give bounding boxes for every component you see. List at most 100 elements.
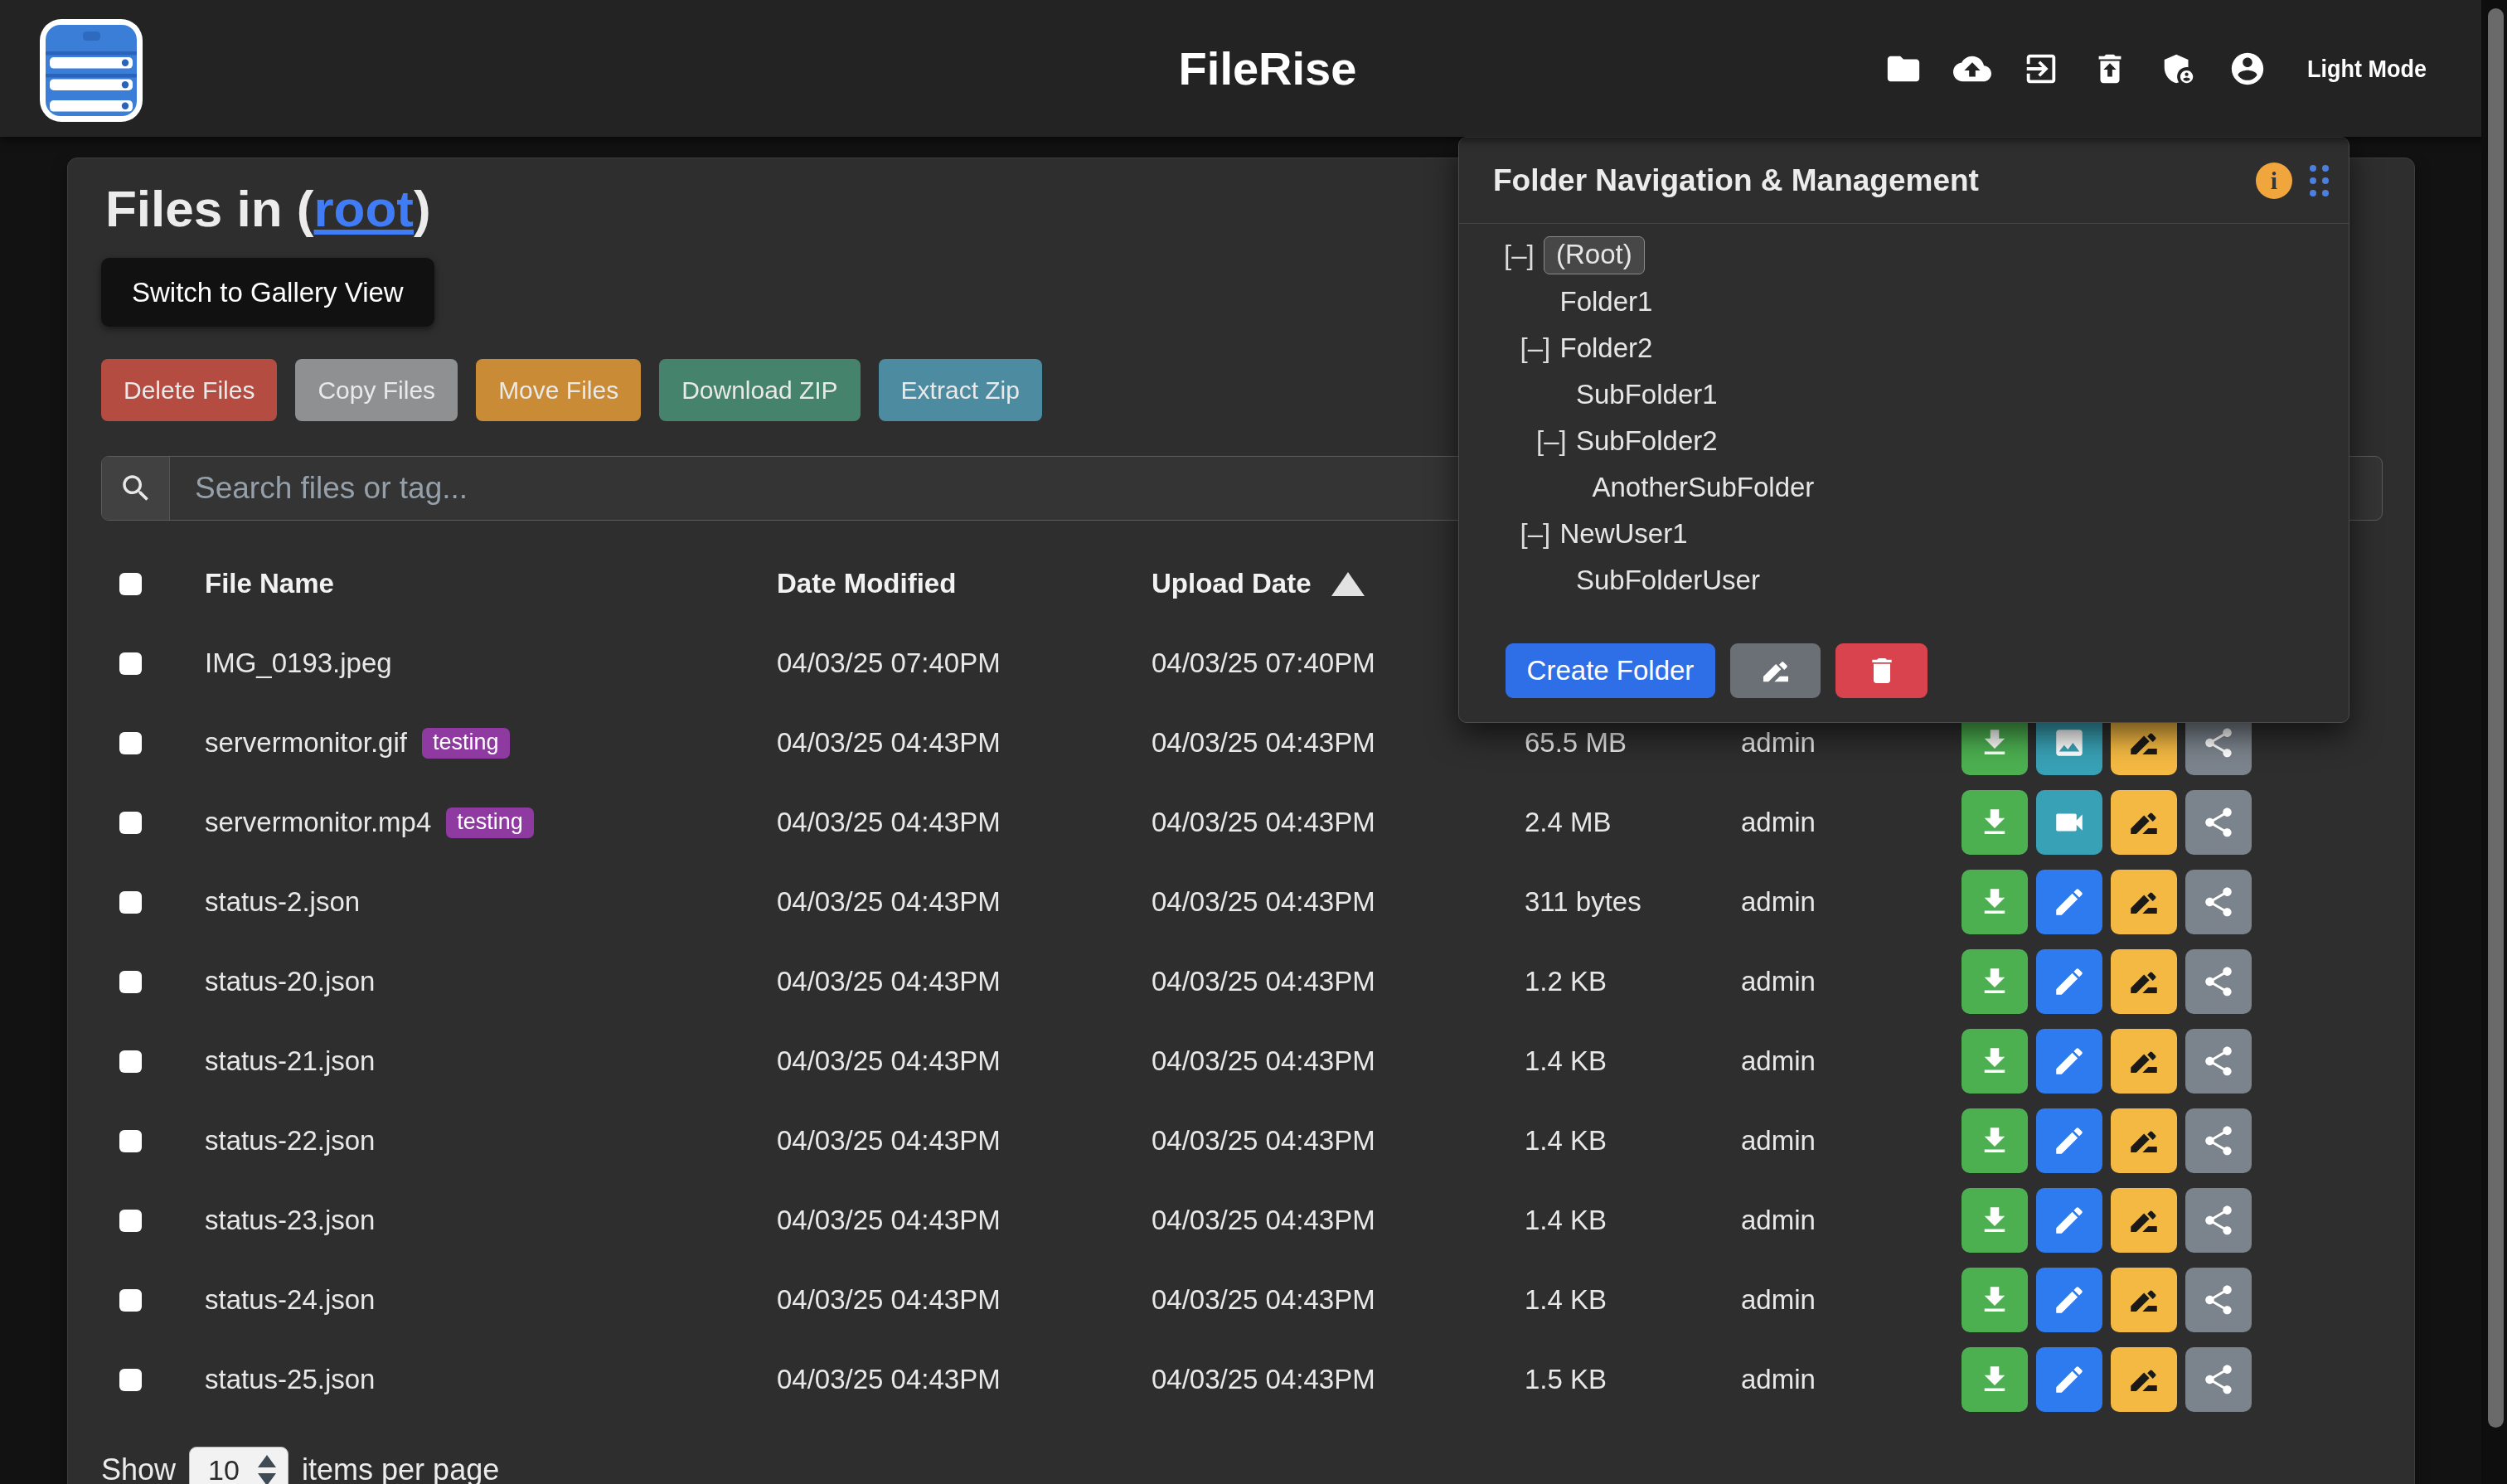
- file-name[interactable]: servermonitor.mp4: [205, 807, 431, 838]
- rename-folder-button[interactable]: [1730, 643, 1821, 698]
- file-name[interactable]: servermonitor.gif: [205, 727, 407, 759]
- folder-label[interactable]: SubFolder1: [1576, 379, 1718, 410]
- page-scrollbar-thumb[interactable]: [2488, 8, 2504, 1428]
- row-checkbox[interactable]: [119, 971, 142, 993]
- folder-label[interactable]: (Root): [1544, 236, 1645, 274]
- preview-button[interactable]: [2036, 790, 2102, 855]
- file-name-cell: status-21.json: [201, 1045, 773, 1077]
- checkbox-cell: [101, 971, 201, 993]
- edit-button[interactable]: [2036, 870, 2102, 934]
- folder-tree-item-folder1[interactable]: Folder1: [1459, 279, 2349, 325]
- delete-files-button[interactable]: Delete Files: [101, 359, 277, 421]
- column-header-file-name[interactable]: File Name: [201, 568, 773, 599]
- rename-button[interactable]: [2111, 790, 2177, 855]
- items-per-page-select[interactable]: 10: [189, 1447, 289, 1484]
- download-button[interactable]: [1961, 1108, 2028, 1173]
- edit-button[interactable]: [2036, 1347, 2102, 1412]
- row-checkbox[interactable]: [119, 812, 142, 834]
- folder-label[interactable]: AnotherSubFolder: [1593, 472, 1815, 503]
- account-circle-icon[interactable]: [2228, 50, 2267, 88]
- row-checkbox[interactable]: [119, 891, 142, 914]
- move-files-button[interactable]: Move Files: [476, 359, 641, 421]
- row-checkbox[interactable]: [119, 1130, 142, 1152]
- folder-tree-item-subfolder2[interactable]: [–]SubFolder2: [1459, 418, 2349, 464]
- tree-collapse-toggle[interactable]: [–]: [1504, 240, 1544, 271]
- download-button[interactable]: [1961, 1268, 2028, 1332]
- share-button[interactable]: [2185, 1108, 2252, 1173]
- date-modified-cell: 04/03/25 04:43PM: [773, 807, 1148, 838]
- rename-button[interactable]: [2111, 1347, 2177, 1412]
- rename-button[interactable]: [2111, 1188, 2177, 1253]
- share-button[interactable]: [2185, 790, 2252, 855]
- tree-collapse-toggle[interactable]: [–]: [1520, 332, 1560, 364]
- rename-button[interactable]: [2111, 949, 2177, 1014]
- file-name[interactable]: status-20.json: [205, 966, 375, 997]
- download-button[interactable]: [1961, 1029, 2028, 1094]
- rename-button[interactable]: [2111, 1108, 2177, 1173]
- rename-button[interactable]: [2111, 870, 2177, 934]
- folder-tree-item-subfolder1[interactable]: SubFolder1: [1459, 371, 2349, 418]
- extract-zip-button[interactable]: Extract Zip: [879, 359, 1042, 421]
- row-checkbox[interactable]: [119, 1210, 142, 1232]
- tree-collapse-toggle[interactable]: [–]: [1536, 425, 1576, 457]
- folder-label[interactable]: SubFolderUser: [1576, 565, 1760, 596]
- share-button[interactable]: [2185, 1347, 2252, 1412]
- file-name[interactable]: status-2.json: [205, 886, 360, 918]
- rename-button[interactable]: [2111, 1029, 2177, 1094]
- share-button[interactable]: [2185, 870, 2252, 934]
- light-mode-toggle[interactable]: Light Mode: [2307, 0, 2427, 137]
- row-checkbox[interactable]: [119, 1369, 142, 1391]
- row-checkbox[interactable]: [119, 1289, 142, 1312]
- download-button[interactable]: [1961, 1188, 2028, 1253]
- drag-handle-icon[interactable]: [2310, 165, 2329, 196]
- download-button[interactable]: [1961, 790, 2028, 855]
- folder-label[interactable]: Folder1: [1560, 286, 1653, 318]
- folder-label[interactable]: NewUser1: [1560, 518, 1688, 550]
- download-zip-button[interactable]: Download ZIP: [659, 359, 860, 421]
- edit-button[interactable]: [2036, 1188, 2102, 1253]
- row-checkbox[interactable]: [119, 732, 142, 754]
- switch-gallery-view-button[interactable]: Switch to Gallery View: [101, 258, 434, 327]
- admin-shield-icon[interactable]: [2160, 50, 2198, 88]
- edit-button[interactable]: [2036, 949, 2102, 1014]
- folder-icon[interactable]: [1884, 50, 1923, 88]
- restore-from-trash-icon[interactable]: [2091, 50, 2129, 88]
- select-all-checkbox[interactable]: [119, 573, 142, 595]
- download-button[interactable]: [1961, 949, 2028, 1014]
- share-button[interactable]: [2185, 1029, 2252, 1094]
- row-checkbox[interactable]: [119, 652, 142, 675]
- edit-button[interactable]: [2036, 1108, 2102, 1173]
- cloud-upload-icon[interactable]: [1953, 50, 1991, 88]
- root-folder-link[interactable]: root: [313, 180, 414, 237]
- file-name[interactable]: status-24.json: [205, 1284, 375, 1316]
- create-folder-button[interactable]: Create Folder: [1506, 643, 1715, 698]
- delete-folder-button[interactable]: [1835, 643, 1928, 698]
- folder-tree-item-newuser1[interactable]: [–]NewUser1: [1459, 511, 2349, 557]
- folder-tree-item-folder2[interactable]: [–]Folder2: [1459, 325, 2349, 371]
- share-button[interactable]: [2185, 1268, 2252, 1332]
- share-button[interactable]: [2185, 1188, 2252, 1253]
- row-checkbox[interactable]: [119, 1050, 142, 1073]
- tree-collapse-toggle[interactable]: [–]: [1520, 518, 1560, 550]
- download-button[interactable]: [1961, 870, 2028, 934]
- file-name[interactable]: status-25.json: [205, 1364, 375, 1395]
- edit-button[interactable]: [2036, 1029, 2102, 1094]
- folder-label[interactable]: Folder2: [1560, 332, 1653, 364]
- copy-files-button[interactable]: Copy Files: [295, 359, 458, 421]
- column-header-date-modified[interactable]: Date Modified: [773, 568, 1148, 599]
- exit-to-app-icon[interactable]: [2022, 50, 2060, 88]
- share-button[interactable]: [2185, 949, 2252, 1014]
- file-name[interactable]: status-21.json: [205, 1045, 375, 1077]
- folder-label[interactable]: SubFolder2: [1576, 425, 1718, 457]
- info-icon[interactable]: i: [2256, 162, 2292, 199]
- file-name[interactable]: status-23.json: [205, 1205, 375, 1236]
- file-name[interactable]: IMG_0193.jpeg: [205, 647, 392, 679]
- edit-button[interactable]: [2036, 1268, 2102, 1332]
- folder-tree-item-anothersubfolder[interactable]: AnotherSubFolder: [1459, 464, 2349, 511]
- rename-button[interactable]: [2111, 1268, 2177, 1332]
- file-row: status-20.json04/03/25 04:43PM04/03/25 0…: [101, 942, 2383, 1021]
- folder-tree-item-subfolderuser[interactable]: SubFolderUser: [1459, 557, 2349, 604]
- file-name[interactable]: status-22.json: [205, 1125, 375, 1157]
- download-button[interactable]: [1961, 1347, 2028, 1412]
- folder-tree-item-root[interactable]: [–](Root): [1459, 232, 2349, 279]
